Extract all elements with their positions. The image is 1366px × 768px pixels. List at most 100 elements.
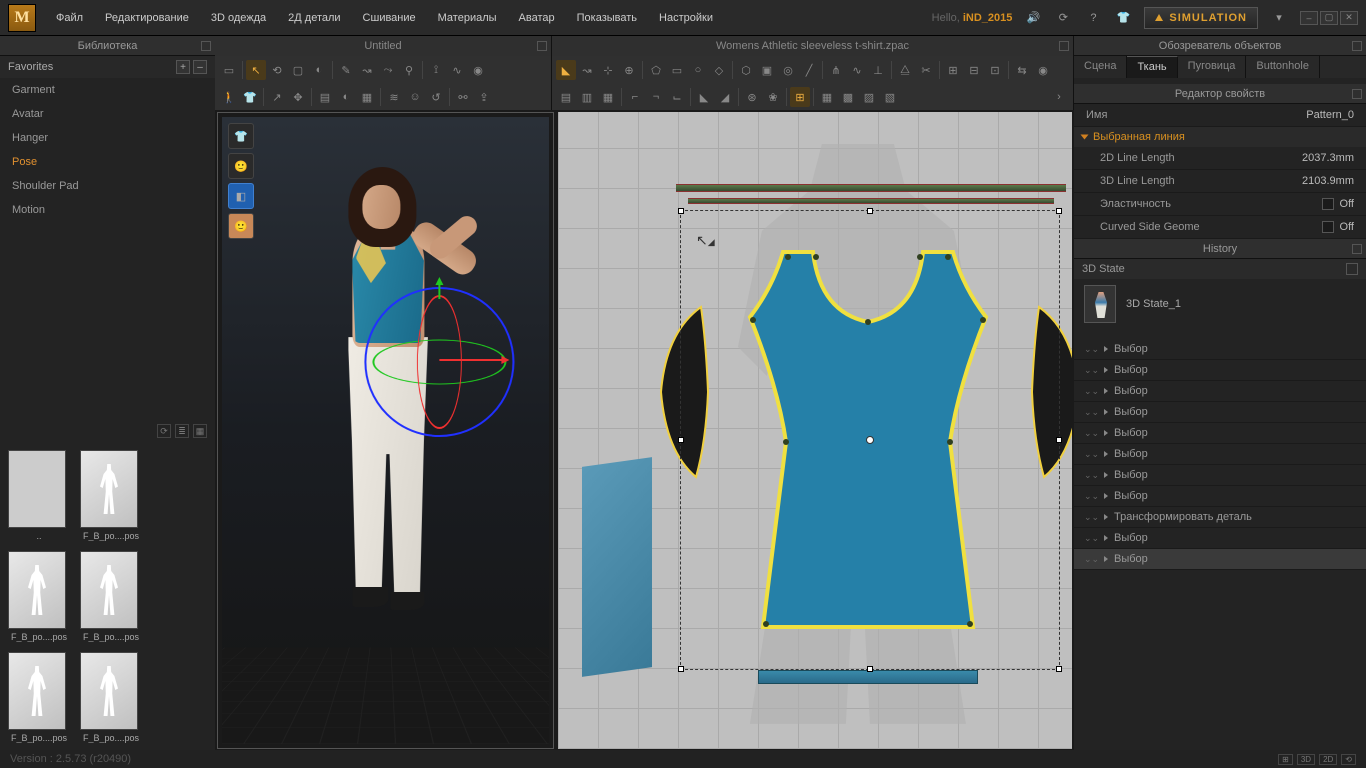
maximize-button[interactable]: ▢ [1320,11,1338,25]
show-avatar-toggle[interactable]: 🙂 [228,153,254,179]
menu-sewing[interactable]: Сшивание [363,12,416,24]
history-row[interactable]: ⌄⌄Трансформировать деталь [1074,507,1366,528]
tool-internal-circle[interactable]: ◎ [778,60,798,80]
history-row[interactable]: ⌄⌄Выбор [1074,528,1366,549]
show-garment-toggle[interactable]: 👕 [228,123,254,149]
grid-view-icon[interactable]: ▦ [193,424,207,438]
display-b[interactable]: ▥ [577,87,597,107]
pattern-strip-top[interactable] [676,184,1066,192]
menu-settings[interactable]: Настройки [659,12,713,24]
display-c[interactable]: ▦ [598,87,618,107]
history-row[interactable]: ⌄⌄Выбор [1074,339,1366,360]
tool-pressure[interactable]: ◐ [336,87,356,107]
sew-c[interactable]: ⌙ [667,87,687,107]
library-category-motion[interactable]: Motion [0,198,215,222]
view-reset-icon[interactable]: ⟲ [1341,754,1356,765]
sew-a[interactable]: ⌐ [625,87,645,107]
menu-avatar[interactable]: Аватар [519,12,555,24]
list-view-icon[interactable]: ≣ [175,424,189,438]
show-arrangement-toggle[interactable]: ◧ [228,183,254,209]
show-skin-toggle[interactable]: 🙂 [228,213,254,239]
tool-free-seam[interactable]: ∿ [847,60,867,80]
menu-edit[interactable]: Редактирование [105,12,189,24]
print-d[interactable]: ▧ [880,87,900,107]
tool-link[interactable]: ⚯ [453,87,473,107]
tool-button[interactable]: ◉ [1033,60,1053,80]
tool-texture[interactable]: ▦ [357,87,377,107]
tool-edit-point[interactable]: ⊹ [598,60,618,80]
iron-a[interactable]: ◣ [694,87,714,107]
menu-show[interactable]: Показывать [577,12,637,24]
tool-face[interactable]: ☺ [405,87,425,107]
sew-b[interactable]: ¬ [646,87,666,107]
tool-grid-b[interactable]: ⊟ [964,60,984,80]
iron-b[interactable]: ◢ [715,87,735,107]
show-garment-icon[interactable]: 👕 [240,87,260,107]
library-item[interactable]: F_B_po....pos [80,652,142,743]
library-item[interactable]: .. [8,450,70,541]
property-row[interactable]: 2D Line Length2037.3mm [1074,147,1366,170]
dropdown-icon[interactable]: ▾ [1270,9,1288,27]
refresh-icon[interactable]: ⟳ [157,424,171,438]
tool-internal-rect[interactable]: ▣ [757,60,777,80]
view-2d-icon[interactable]: 2D [1319,754,1337,765]
history-row[interactable]: ⌄⌄Выбор [1074,444,1366,465]
tool-internal-line[interactable]: ╱ [799,60,819,80]
tool-select-3d[interactable]: ▭ [219,60,239,80]
print-c[interactable]: ▨ [859,87,879,107]
prop-name-value[interactable]: Pattern_0 [1306,109,1354,121]
shirt-icon[interactable]: 👕 [1114,9,1132,27]
history-row[interactable]: ⌄⌄Выбор [1074,486,1366,507]
tool-move-3d[interactable]: ↖ [246,60,266,80]
tool-reset[interactable]: ↺ [426,87,446,107]
object-tab-1[interactable]: Ткань [1127,56,1177,78]
menu-2d-details[interactable]: 2Д детали [288,12,340,24]
tool-strain[interactable]: ▤ [315,87,335,107]
add-favorite-button[interactable]: + [176,60,190,74]
library-item[interactable]: F_B_po....pos [8,652,70,743]
tool-symmetry[interactable]: ⧋ [895,60,915,80]
tool-glue[interactable]: ◉ [468,60,488,80]
object-tab-0[interactable]: Сцена [1074,56,1127,78]
tool-soft[interactable]: ◐ [309,60,329,80]
state-header[interactable]: 3D State [1074,259,1366,279]
show-avatar-icon[interactable]: 🚶 [219,87,239,107]
tool-export[interactable]: ⇪ [474,87,494,107]
simulation-button[interactable]: SIMULATION [1144,7,1258,29]
history-row[interactable]: ⌄⌄Выбор [1074,465,1366,486]
history-row[interactable]: ⌄⌄Выбор [1074,402,1366,423]
tool-dart[interactable]: ◇ [709,60,729,80]
tool-curve[interactable]: ⤳ [378,60,398,80]
tool-arrange[interactable]: ↗ [267,87,287,107]
property-row[interactable]: Curved Side GeomeOff [1074,216,1366,239]
history-row[interactable]: ⌄⌄Выбор [1074,549,1366,570]
library-item[interactable]: F_B_po....pos [8,551,70,642]
tool-path[interactable]: ↝ [357,60,377,80]
property-row[interactable]: 3D Line Length2103.9mm [1074,170,1366,193]
history-row[interactable]: ⌄⌄Выбор [1074,423,1366,444]
sync-button[interactable]: ⇆ [1012,60,1032,80]
object-tab-3[interactable]: Buttonhole [1246,56,1320,78]
menu-file[interactable]: Файл [56,12,83,24]
state-item[interactable]: 3D State_1 [1074,279,1366,329]
tab-2d[interactable]: Womens Athletic sleeveless t-shirt.zpac [552,36,1074,56]
close-button[interactable]: ✕ [1340,11,1358,25]
tool-circle[interactable]: ○ [688,60,708,80]
pattern-strip-bottom[interactable] [758,670,978,684]
snap-icon[interactable]: ⊞ [790,87,810,107]
fabric-b[interactable]: ❀ [763,87,783,107]
menu-materials[interactable]: Материалы [438,12,497,24]
sound-icon[interactable]: 🔊 [1024,9,1042,27]
tool-lasso[interactable]: ⟲ [267,60,287,80]
tool-add-point[interactable]: ⊕ [619,60,639,80]
display-a[interactable]: ▤ [556,87,576,107]
tool-wind[interactable]: ≋ [384,87,404,107]
tool-gizmo[interactable]: ✥ [288,87,308,107]
pattern-strip-top2[interactable] [688,198,1054,204]
tool-edit-pattern[interactable]: ↝ [577,60,597,80]
viewport-3d[interactable]: 👕 🙂 ◧ 🙂 [217,112,554,749]
tab-3d[interactable]: Untitled [215,36,552,56]
viewport-2d[interactable]: ↖◢ [558,112,1072,749]
tool-measure[interactable]: ⟟ [426,60,446,80]
selection-box[interactable] [680,210,1060,670]
